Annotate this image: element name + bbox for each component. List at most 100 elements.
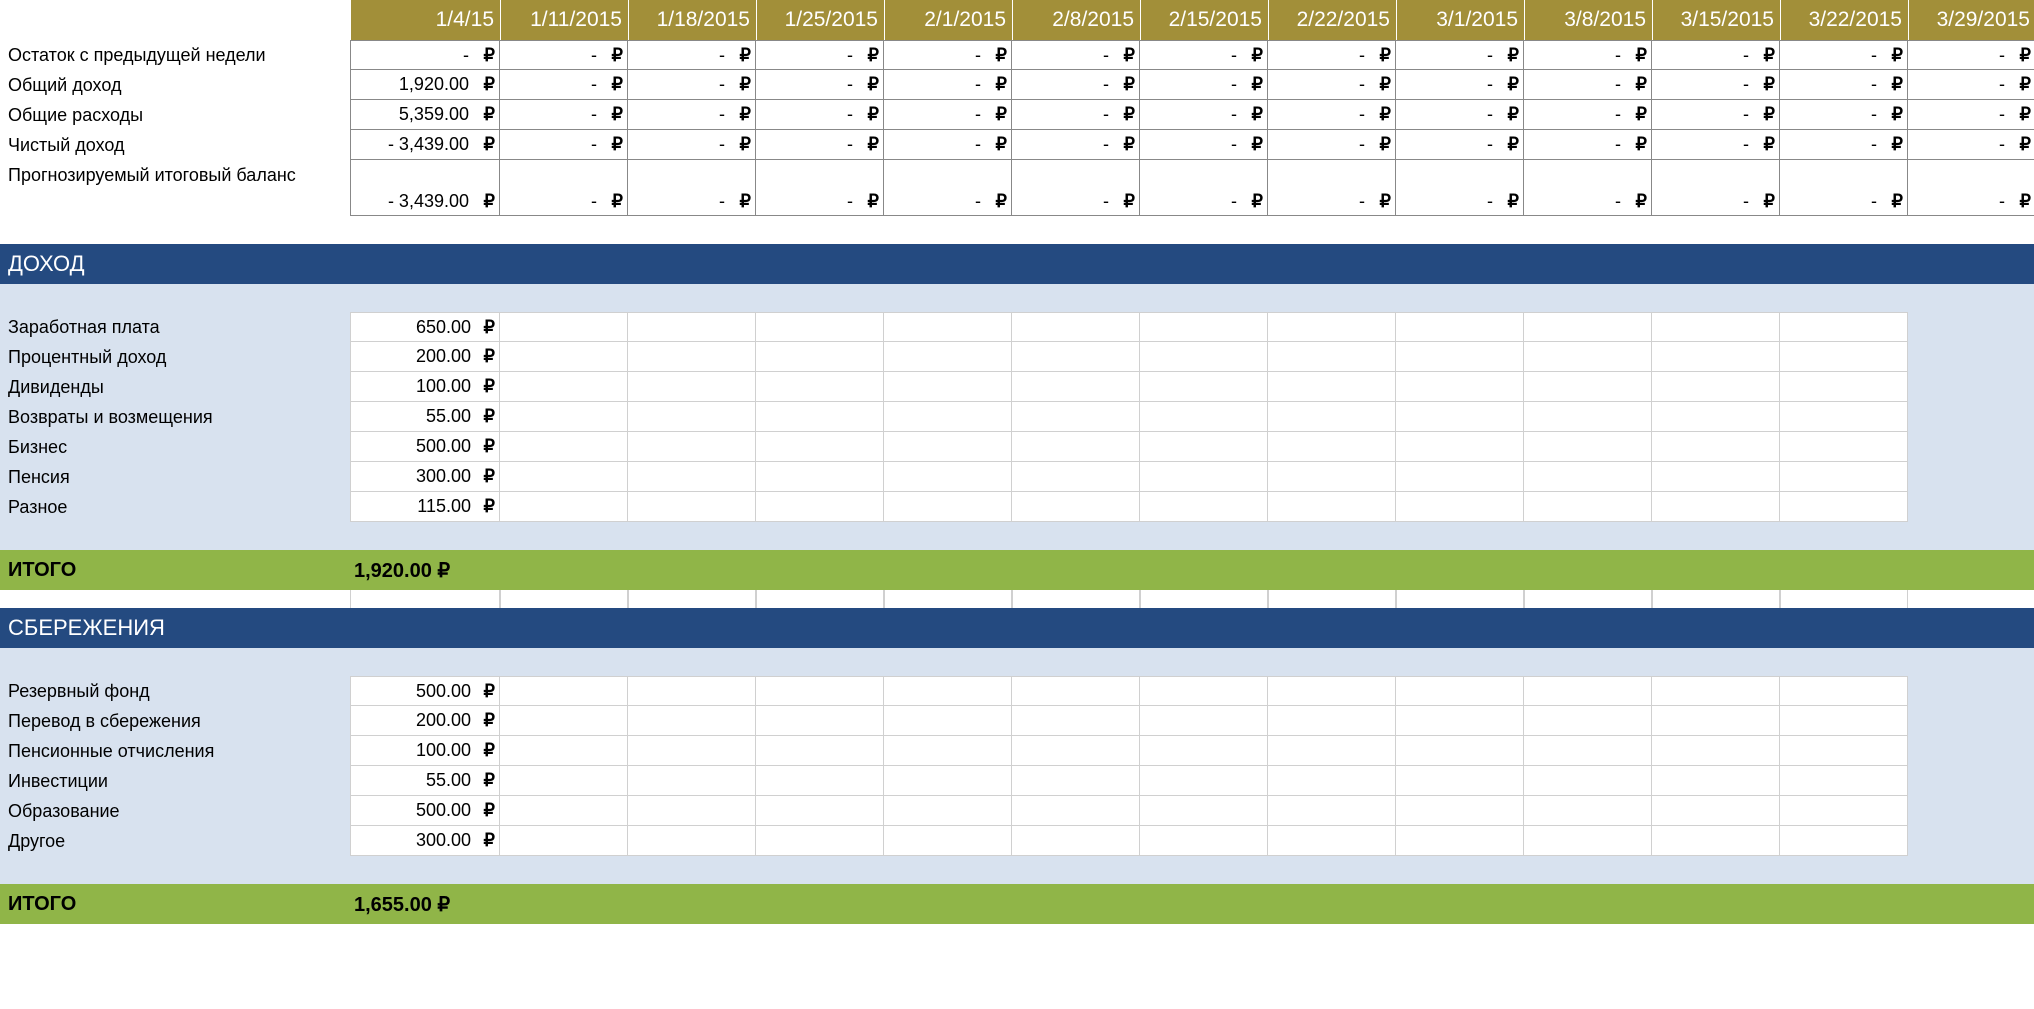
item-cell[interactable]: [1780, 826, 1908, 856]
item-cell[interactable]: [628, 312, 756, 342]
header-date-6[interactable]: 2/15/2015: [1140, 0, 1268, 40]
item-cell[interactable]: [1268, 766, 1396, 796]
summary-cell[interactable]: - ₽: [1652, 100, 1780, 130]
header-date-12[interactable]: 3/29/2015: [1908, 0, 2034, 40]
header-date-2[interactable]: 1/18/2015: [628, 0, 756, 40]
item-cell[interactable]: 200.00₽: [350, 342, 500, 372]
item-cell[interactable]: [756, 312, 884, 342]
item-cell[interactable]: [1652, 826, 1780, 856]
item-cell[interactable]: [1780, 342, 1908, 372]
item-cell[interactable]: [1524, 766, 1652, 796]
item-cell[interactable]: [1524, 462, 1652, 492]
item-cell[interactable]: [1396, 736, 1524, 766]
summary-cell[interactable]: - ₽: [1396, 70, 1524, 100]
summary-cell[interactable]: - ₽: [1140, 40, 1268, 70]
header-date-7[interactable]: 2/22/2015: [1268, 0, 1396, 40]
item-cell[interactable]: 500.00₽: [350, 676, 500, 706]
item-cell[interactable]: [1652, 312, 1780, 342]
item-cell[interactable]: [1524, 312, 1652, 342]
item-cell[interactable]: [1012, 736, 1140, 766]
item-cell[interactable]: 115.00₽: [350, 492, 500, 522]
item-cell[interactable]: 650.00₽: [350, 312, 500, 342]
item-cell[interactable]: [1012, 826, 1140, 856]
summary-cell[interactable]: - ₽: [1524, 160, 1652, 216]
item-cell[interactable]: [1652, 736, 1780, 766]
item-cell[interactable]: [756, 676, 884, 706]
summary-cell[interactable]: - ₽: [1780, 130, 1908, 160]
item-cell[interactable]: [1012, 462, 1140, 492]
summary-cell[interactable]: - ₽: [1140, 70, 1268, 100]
item-cell[interactable]: [1140, 492, 1268, 522]
item-cell[interactable]: [1268, 462, 1396, 492]
item-cell[interactable]: [1396, 676, 1524, 706]
item-cell[interactable]: [1652, 676, 1780, 706]
item-cell[interactable]: [500, 312, 628, 342]
item-cell[interactable]: [1652, 766, 1780, 796]
header-date-5[interactable]: 2/8/2015: [1012, 0, 1140, 40]
header-date-4[interactable]: 2/1/2015: [884, 0, 1012, 40]
summary-cell[interactable]: - 3,439.00₽: [350, 160, 500, 216]
item-cell[interactable]: [884, 432, 1012, 462]
item-cell[interactable]: [884, 766, 1012, 796]
item-cell[interactable]: [1396, 492, 1524, 522]
summary-cell[interactable]: - ₽: [628, 100, 756, 130]
item-cell[interactable]: [1268, 372, 1396, 402]
item-cell[interactable]: [756, 766, 884, 796]
summary-cell[interactable]: - ₽: [1908, 40, 2034, 70]
item-cell[interactable]: [1140, 402, 1268, 432]
item-cell[interactable]: [884, 402, 1012, 432]
summary-cell[interactable]: - ₽: [500, 160, 628, 216]
summary-cell[interactable]: 5,359.00₽: [350, 100, 500, 130]
summary-cell[interactable]: - ₽: [500, 130, 628, 160]
item-cell[interactable]: [1268, 492, 1396, 522]
summary-cell[interactable]: - ₽: [1396, 130, 1524, 160]
item-cell[interactable]: [884, 706, 1012, 736]
summary-cell[interactable]: - ₽: [1780, 70, 1908, 100]
header-date-8[interactable]: 3/1/2015: [1396, 0, 1524, 40]
item-cell[interactable]: [1396, 402, 1524, 432]
item-cell[interactable]: [1012, 312, 1140, 342]
item-cell[interactable]: [1780, 796, 1908, 826]
item-cell[interactable]: [1396, 826, 1524, 856]
summary-cell[interactable]: - ₽: [1908, 70, 2034, 100]
summary-cell[interactable]: 1,920.00₽: [350, 70, 500, 100]
item-cell[interactable]: [1780, 402, 1908, 432]
item-cell[interactable]: [1652, 796, 1780, 826]
item-cell[interactable]: [628, 462, 756, 492]
item-cell[interactable]: [1524, 796, 1652, 826]
item-cell[interactable]: [756, 796, 884, 826]
header-date-10[interactable]: 3/15/2015: [1652, 0, 1780, 40]
item-cell[interactable]: [756, 342, 884, 372]
summary-cell[interactable]: - ₽: [350, 40, 500, 70]
summary-cell[interactable]: - ₽: [884, 100, 1012, 130]
summary-cell[interactable]: - ₽: [1908, 100, 2034, 130]
item-cell[interactable]: [1140, 462, 1268, 492]
item-cell[interactable]: [1780, 312, 1908, 342]
header-date-9[interactable]: 3/8/2015: [1524, 0, 1652, 40]
item-cell[interactable]: [884, 676, 1012, 706]
item-cell[interactable]: 100.00₽: [350, 372, 500, 402]
item-cell[interactable]: [1396, 432, 1524, 462]
item-cell[interactable]: [1396, 372, 1524, 402]
summary-cell[interactable]: - ₽: [756, 100, 884, 130]
summary-cell[interactable]: - ₽: [628, 160, 756, 216]
summary-cell[interactable]: - ₽: [1652, 130, 1780, 160]
summary-cell[interactable]: - ₽: [1396, 40, 1524, 70]
item-cell[interactable]: [1012, 342, 1140, 372]
summary-cell[interactable]: - ₽: [1268, 40, 1396, 70]
summary-cell[interactable]: - ₽: [884, 130, 1012, 160]
item-cell[interactable]: [1268, 312, 1396, 342]
item-cell[interactable]: [500, 826, 628, 856]
summary-cell[interactable]: - ₽: [884, 40, 1012, 70]
summary-cell[interactable]: - ₽: [1140, 130, 1268, 160]
item-cell[interactable]: [500, 492, 628, 522]
item-cell[interactable]: [756, 736, 884, 766]
item-cell[interactable]: [1012, 766, 1140, 796]
item-cell[interactable]: [628, 766, 756, 796]
item-cell[interactable]: [1012, 492, 1140, 522]
summary-cell[interactable]: - ₽: [1780, 160, 1908, 216]
header-date-3[interactable]: 1/25/2015: [756, 0, 884, 40]
item-cell[interactable]: [884, 826, 1012, 856]
item-cell[interactable]: [500, 766, 628, 796]
item-cell[interactable]: [1268, 432, 1396, 462]
